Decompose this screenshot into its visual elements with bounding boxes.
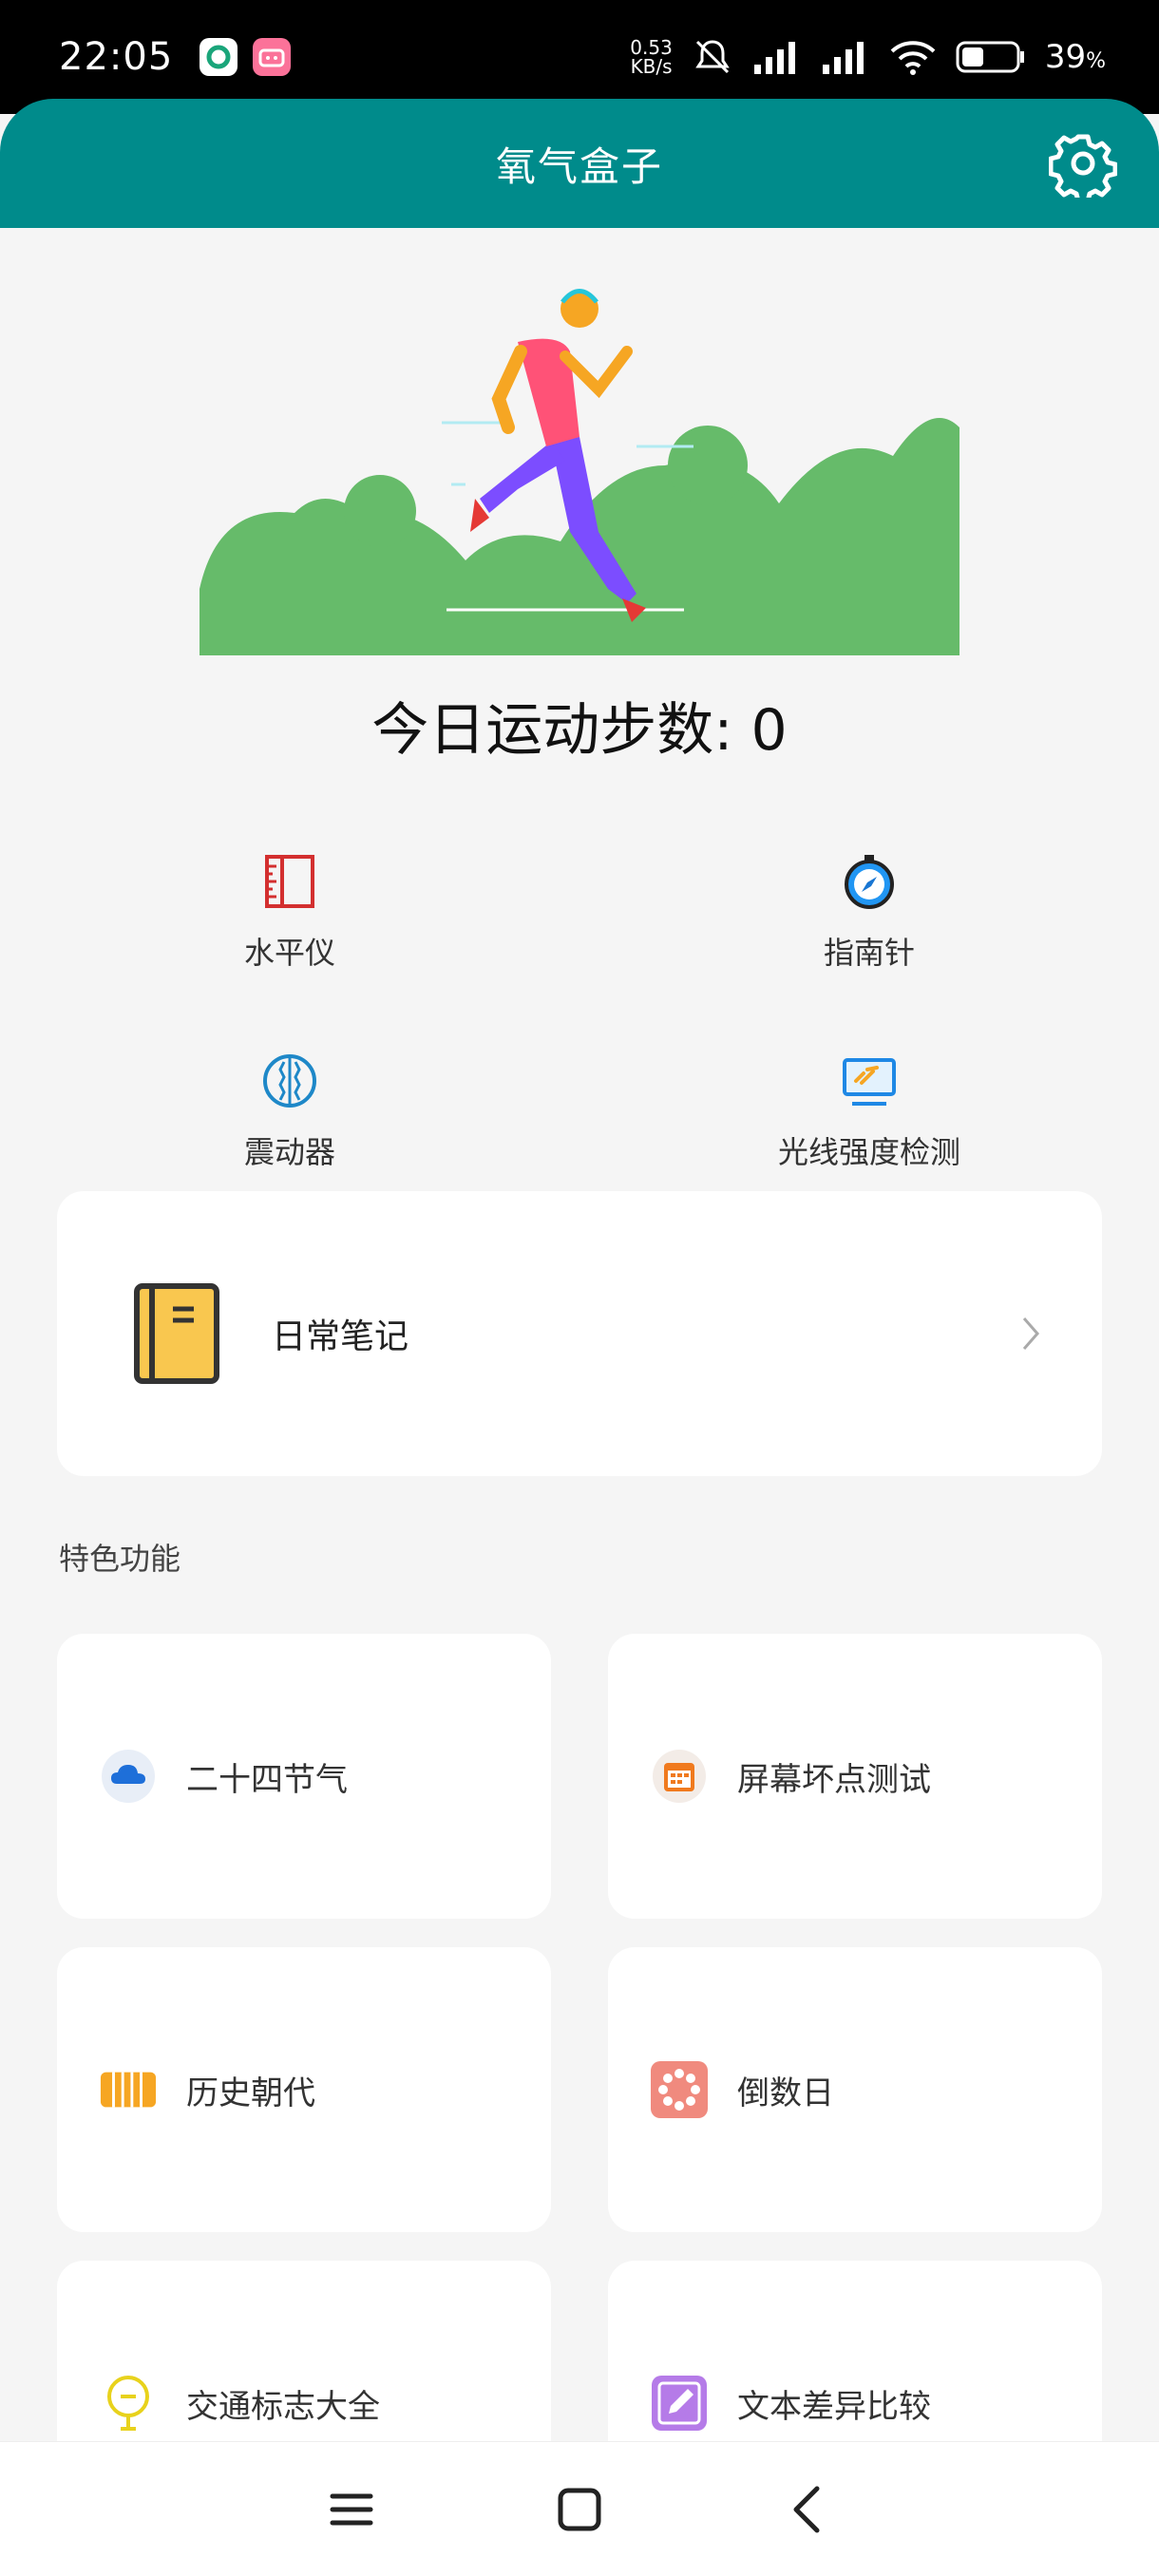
net-speed-value: 0.53 bbox=[630, 36, 673, 59]
wifi-icon bbox=[890, 41, 936, 75]
net-speed-unit: KB/s bbox=[630, 55, 673, 78]
scroll-icon bbox=[99, 2060, 158, 2119]
notes-label: 日常笔记 bbox=[272, 1317, 409, 1356]
feature-label: 屏幕坏点测试 bbox=[737, 1760, 931, 1799]
mute-icon bbox=[695, 40, 730, 74]
feature-label: 文本差异比较 bbox=[737, 2387, 931, 2426]
running-illustration bbox=[200, 289, 960, 655]
calendar-icon bbox=[650, 1747, 709, 1806]
status-bar: 22:05 0.53 KB/s 39% bbox=[0, 0, 1159, 114]
signal-hd-icon bbox=[822, 42, 864, 74]
status-time: 22:05 bbox=[59, 35, 174, 79]
chevron-right-icon bbox=[1022, 1317, 1039, 1350]
menu-icon bbox=[330, 2493, 373, 2525]
app-bar: 氧气盒子 bbox=[0, 99, 1159, 228]
tool-level[interactable]: 水平仪 bbox=[90, 836, 489, 988]
cloud-icon bbox=[99, 1747, 158, 1806]
compass-icon bbox=[845, 855, 894, 909]
gear-icon bbox=[1048, 134, 1118, 204]
feature-dynasties[interactable]: 历史朝代 bbox=[57, 1947, 551, 2232]
feature-label: 倒数日 bbox=[737, 2074, 834, 2112]
menu-button[interactable] bbox=[323, 2481, 380, 2538]
status-right: 0.53 KB/s 39% bbox=[630, 36, 1106, 78]
app-notification-icon bbox=[200, 38, 238, 76]
home-button[interactable] bbox=[551, 2481, 608, 2538]
tool-light-meter[interactable]: 光线强度检测 bbox=[670, 1035, 1069, 1187]
feature-solar-terms[interactable]: 二十四节气 bbox=[57, 1634, 551, 1919]
vibrator-icon bbox=[263, 1054, 316, 1108]
daily-notes-card[interactable]: 日常笔记 bbox=[57, 1191, 1102, 1476]
edit-icon bbox=[650, 2374, 709, 2433]
tool-label: 指南针 bbox=[823, 935, 915, 971]
tool-compass[interactable]: 指南针 bbox=[670, 836, 1069, 988]
bilibili-notification-icon bbox=[253, 38, 292, 76]
traffic-sign-icon bbox=[99, 2374, 158, 2433]
feature-label: 二十四节气 bbox=[186, 1760, 348, 1799]
tool-label: 水平仪 bbox=[243, 935, 335, 971]
light-meter-icon bbox=[843, 1058, 896, 1106]
tool-label: 震动器 bbox=[243, 1134, 335, 1170]
section-title: 特色功能 bbox=[59, 1541, 181, 1577]
notification-icons bbox=[200, 38, 292, 76]
app-title: 氧气盒子 bbox=[495, 142, 663, 190]
battery-value: 39 bbox=[1044, 38, 1087, 76]
step-count-text: 今日运动步数: 0 bbox=[371, 697, 788, 764]
feature-label: 历史朝代 bbox=[186, 2074, 315, 2112]
battery-icon bbox=[956, 41, 1024, 73]
tool-label: 光线强度检测 bbox=[777, 1134, 960, 1170]
notebook-icon bbox=[134, 1283, 219, 1384]
home-square-icon bbox=[558, 2488, 601, 2530]
feature-label: 交通标志大全 bbox=[186, 2387, 380, 2426]
system-nav-bar bbox=[0, 2441, 1159, 2576]
level-ruler-icon bbox=[265, 855, 314, 908]
network-speed: 0.53 KB/s bbox=[630, 38, 673, 76]
battery-percent: 39% bbox=[1045, 38, 1106, 76]
back-arrow-icon bbox=[793, 2486, 820, 2532]
signal-icon bbox=[753, 42, 795, 74]
ring-icon bbox=[650, 2060, 709, 2119]
back-button[interactable] bbox=[779, 2481, 836, 2538]
feature-countdown[interactable]: 倒数日 bbox=[608, 1947, 1102, 2232]
battery-unit: % bbox=[1086, 49, 1106, 73]
settings-button[interactable] bbox=[1048, 129, 1118, 204]
tool-vibrator[interactable]: 震动器 bbox=[90, 1035, 489, 1187]
feature-dead-pixel-test[interactable]: 屏幕坏点测试 bbox=[608, 1634, 1102, 1919]
